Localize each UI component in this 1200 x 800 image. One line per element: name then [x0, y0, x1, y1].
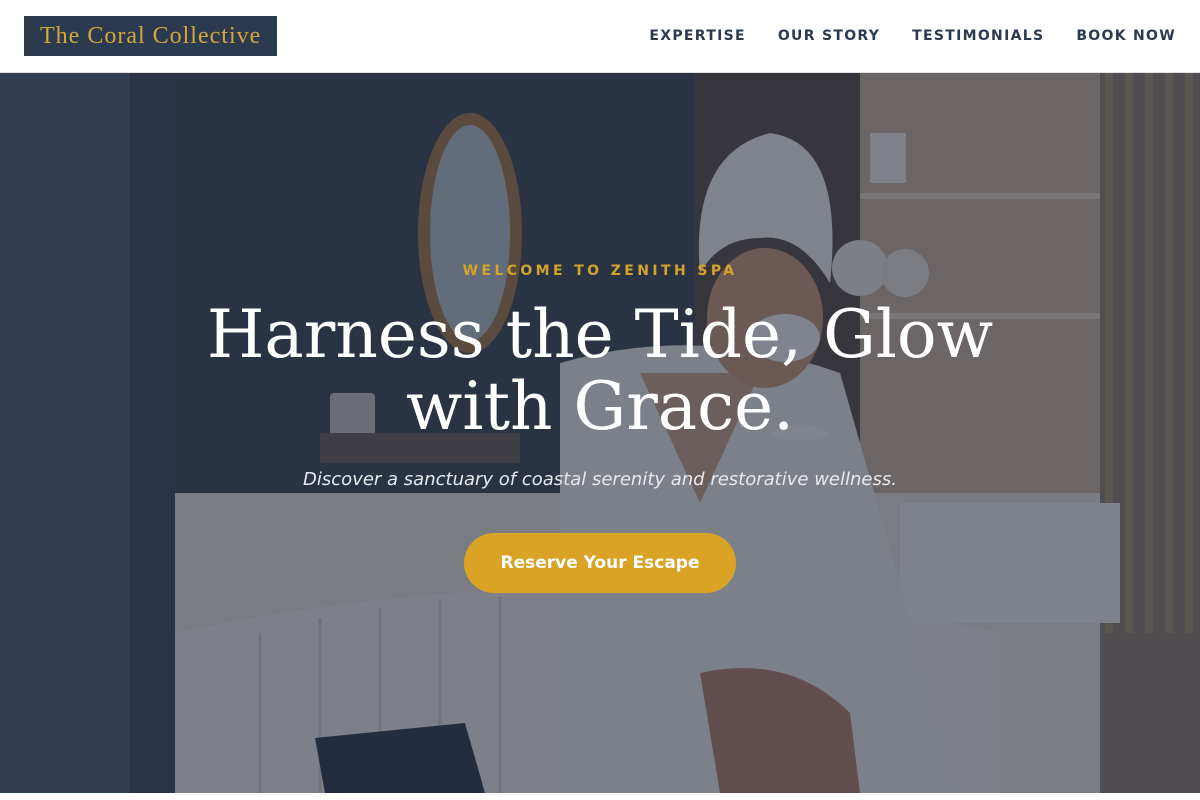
hero-headline: Harness the Tide, Glow with Grace. — [190, 299, 1010, 443]
site-header: The Coral Collective EXPERTISE OUR STORY… — [0, 0, 1200, 73]
hero-section: WELCOME TO ZENITH SPA Harness the Tide, … — [0, 73, 1200, 793]
hero-subheadline: Discover a sanctuary of coastal serenity… — [303, 469, 897, 490]
brand-logo[interactable]: The Coral Collective — [24, 16, 278, 56]
reserve-escape-button[interactable]: Reserve Your Escape — [464, 533, 736, 593]
hero-content: WELCOME TO ZENITH SPA Harness the Tide, … — [0, 263, 1200, 593]
nav-our-story[interactable]: OUR STORY — [778, 28, 880, 44]
nav-book-now[interactable]: BOOK NOW — [1076, 28, 1176, 44]
hero-headline-line1: Harness the Tide, Glow — [206, 296, 994, 373]
hero-headline-line2: with Grace. — [405, 368, 795, 445]
page-bottom-strip — [0, 793, 1200, 800]
nav-testimonials[interactable]: TESTIMONIALS — [912, 28, 1044, 44]
nav-expertise[interactable]: EXPERTISE — [649, 28, 745, 44]
main-nav: EXPERTISE OUR STORY TESTIMONIALS BOOK NO… — [649, 28, 1176, 44]
hero-eyebrow: WELCOME TO ZENITH SPA — [462, 263, 738, 279]
